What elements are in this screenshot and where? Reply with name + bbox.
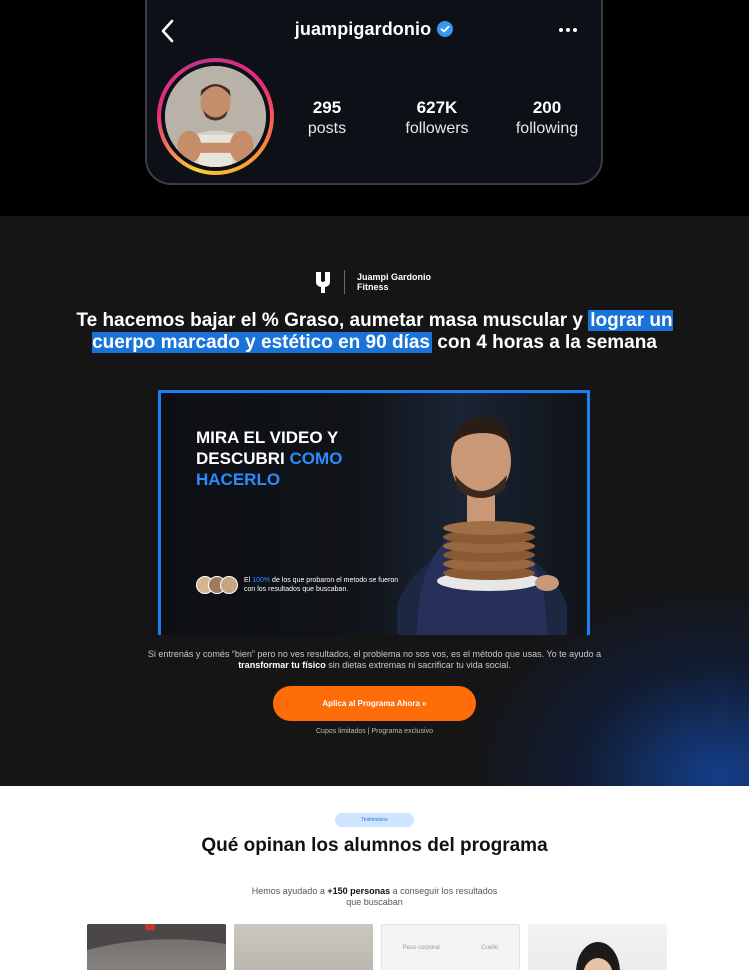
video-title-line2a: DESCUBRI xyxy=(196,449,285,468)
coach-photo-icon xyxy=(397,416,567,635)
stat-value: 200 xyxy=(532,98,562,117)
testimonial-video-thumb[interactable] xyxy=(234,924,373,970)
instagram-profile-section: juampigardonio 295 posts 627K followers … xyxy=(0,0,749,216)
subtitle-bold: +150 personas xyxy=(327,886,391,896)
hero-section: Juampi Gardonio Fitness Te hacemos bajar… xyxy=(0,216,749,786)
social-proof-text: El 100% de los que probaron el metodo se… xyxy=(244,576,404,594)
brand-divider xyxy=(344,270,345,294)
story-ring[interactable] xyxy=(157,58,274,175)
stat-value: 627K xyxy=(416,98,458,117)
video-title-line2b: COMO xyxy=(289,449,343,468)
instagram-profile-card: juampigardonio 295 posts 627K followers … xyxy=(145,0,603,185)
stat-label: posts xyxy=(307,120,347,137)
student-avatar xyxy=(220,576,238,594)
video-title: MIRA EL VIDEO Y DESCUBRI COMO HACERLO xyxy=(196,427,342,490)
video-player[interactable]: MIRA EL VIDEO Y DESCUBRI COMO HACERLO El… xyxy=(158,390,590,635)
progress-labels: Peso corporal Cuello xyxy=(382,945,519,951)
stat-label: following xyxy=(515,120,579,137)
subtitle-a: Hemos ayudado a xyxy=(251,886,325,896)
hero-headline: Te hacemos bajar el % Graso, aumetar mas… xyxy=(60,310,689,354)
profile-stats: 295 posts 627K followers 200 following xyxy=(272,98,602,140)
brand-logo-icon xyxy=(316,272,330,293)
brand-header: Juampi Gardonio Fitness xyxy=(314,269,431,295)
brand-name: Juampi Gardonio Fitness xyxy=(357,272,431,292)
video-title-line3: HACERLO xyxy=(196,470,281,489)
stat-value: 295 xyxy=(312,98,342,117)
testimonials-title: Qué opinan los alumnos del programa xyxy=(201,835,548,856)
testimonial-thumbnails: Peso corporal Cuello xyxy=(87,924,667,970)
social-proof: El 100% de los que probaron el metodo se… xyxy=(196,576,404,594)
testimonials-badge: Testimonios xyxy=(335,813,414,827)
student-photo-icon xyxy=(576,942,620,970)
stat-posts[interactable]: 295 posts xyxy=(272,98,382,140)
apply-program-button[interactable]: Aplica al Programa Ahora » xyxy=(273,686,476,721)
description-b: sin dietas extremas ni sacrificar tu vid… xyxy=(328,660,511,670)
profile-username-row: juampigardonio xyxy=(147,19,601,40)
profile-photo-icon xyxy=(165,66,266,167)
profile-avatar[interactable] xyxy=(165,66,266,167)
testimonial-progress-thumb[interactable]: Peso corporal Cuello xyxy=(381,924,520,970)
progress-label: Cuello xyxy=(481,945,499,951)
testimonials-subtitle: Hemos ayudado a +150 personas a consegui… xyxy=(250,886,499,908)
brand-name-line1: Juampi Gardonio xyxy=(357,272,432,282)
verified-badge-icon xyxy=(437,21,454,37)
more-options-icon[interactable] xyxy=(557,22,579,38)
student-avatars xyxy=(196,576,238,594)
hero-description: Si entrenás y comés “bien” pero no ves r… xyxy=(140,649,609,671)
car-interior-photo-icon xyxy=(87,924,226,950)
proof-percentage: 100% xyxy=(252,577,271,584)
progress-label: Peso corporal xyxy=(402,945,440,951)
testimonial-video-thumb[interactable] xyxy=(87,924,226,970)
stat-followers[interactable]: 627K followers xyxy=(382,98,492,140)
proof-text-a: El xyxy=(244,577,251,584)
testimonials-section: Testimonios Qué opinan los alumnos del p… xyxy=(0,786,749,970)
stat-label: followers xyxy=(405,120,469,137)
stat-following[interactable]: 200 following xyxy=(492,98,602,140)
headline-end: con 4 horas a la semana xyxy=(437,332,657,353)
profile-username: juampigardonio xyxy=(294,19,432,39)
brand-name-line2: Fitness xyxy=(357,282,389,292)
description-bold: transformar tu físico xyxy=(238,660,326,670)
video-title-line1: MIRA EL VIDEO Y xyxy=(196,428,339,447)
headline-start: Te hacemos bajar el % Graso, aumetar mas… xyxy=(76,310,583,331)
cta-note: Cupos limitados | Programa exclusivo xyxy=(316,728,433,735)
description-a: Si entrenás y comés “bien” pero no ves r… xyxy=(147,649,602,659)
testimonial-video-thumb[interactable] xyxy=(528,924,667,970)
